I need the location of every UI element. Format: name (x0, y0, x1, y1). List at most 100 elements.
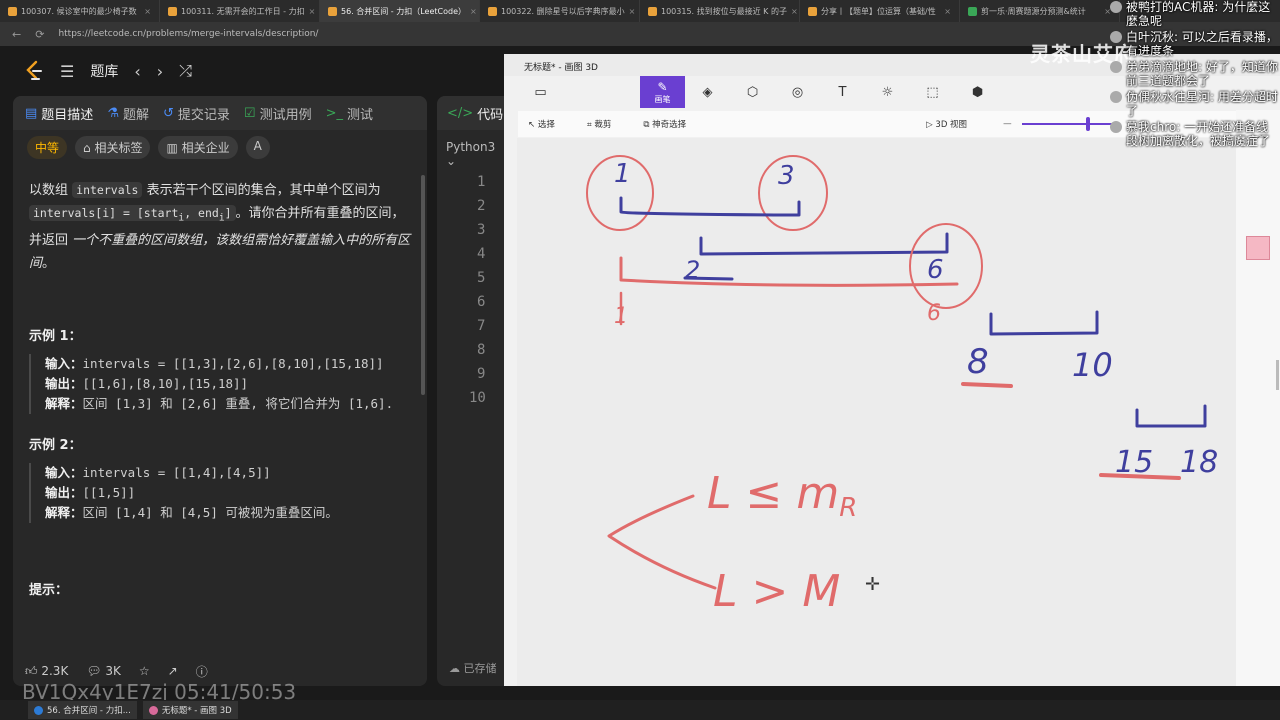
help-icon[interactable]: ⓘ (196, 663, 208, 680)
chat-message: 伪偶秋水往星河: 用差分超时了 (1110, 90, 1280, 118)
browser-tab-active[interactable]: 56. 合并区间 - 力扣（LeetCode） × (320, 0, 480, 22)
leetcode-logo-icon[interactable] (24, 60, 44, 82)
tab-submissions[interactable]: ↺ 提交记录 (163, 104, 230, 123)
favicon-icon (168, 6, 177, 16)
favicon-icon (328, 6, 337, 16)
zoom-out-icon[interactable]: — (1003, 119, 1012, 129)
2d-shapes-icon[interactable]: ◈ (685, 76, 730, 108)
close-icon[interactable]: × (470, 7, 477, 16)
checkbox-icon: ☑ (243, 105, 256, 121)
zoom-slider-thumb[interactable] (1085, 117, 1090, 131)
drawing-label: 6 (927, 301, 941, 326)
favicon-icon (968, 6, 977, 16)
drawing-label: 6 (927, 255, 944, 285)
panel-scrollbar[interactable] (1276, 360, 1279, 390)
next-problem-icon[interactable]: › (157, 62, 163, 81)
close-icon[interactable]: × (791, 7, 798, 16)
select-tool[interactable]: ↖ 选择 (528, 118, 555, 130)
brush-tool-button[interactable]: ✎ 画笔 (640, 76, 685, 108)
translate-button[interactable]: A (245, 136, 270, 159)
example-1: 输入：intervals = [[1,3],[2,6],[8,10],[15,1… (29, 354, 411, 415)
browser-tab[interactable]: 100315. 找到按位与最接近 K 的子 × (640, 0, 800, 22)
taskbar-app-browser[interactable]: 56. 合并区间 - 力扣... (28, 701, 137, 719)
3d-view-toggle[interactable]: ▷ 3D 视图 (926, 118, 967, 130)
browser-tab[interactable]: 剪一乐·周赛题源分预测&统计 × (960, 0, 1120, 22)
browser-tab-strip: 100307. 候诊室中的最少椅子数 × 100311. 无需开会的工作日 - 力… (0, 0, 1280, 22)
live-chat-overlay: 被鸭打的AC机器: 为什麼这麼急呢 白叶沉秋: 可以之后看录播，有进度条 弟弟滴… (1110, 0, 1280, 200)
related-companies-button[interactable]: ▥ 相关企业 (158, 136, 238, 159)
chat-message: 被鸭打的AC机器: 为什麼这麼急呢 (1110, 0, 1280, 28)
tab-description[interactable]: ▤ 题目描述 (25, 104, 93, 123)
browser-tab[interactable]: 100311. 无需开会的工作日 - 力扣 × (160, 0, 320, 22)
prev-problem-icon[interactable]: ‹ (134, 62, 140, 81)
line-number: 1 (477, 174, 486, 190)
tab-testcases[interactable]: ☑ 测试用例 (244, 104, 312, 123)
drawing-label: 1 (614, 159, 631, 189)
chat-message: 慕我chro: 一开始还准备线段树加离散化，被搞魔症了 (1110, 120, 1280, 148)
canvas-icon[interactable]: ⬚ (910, 76, 955, 108)
text-icon[interactable]: T (820, 76, 865, 108)
related-tags-button[interactable]: ⌂ 相关标签 (75, 136, 151, 159)
brush-icon: ✎ (657, 79, 668, 94)
browser-icon (34, 705, 43, 715)
url-text[interactable]: https://leetcode.cn/problems/merge-inter… (58, 29, 318, 39)
effects-icon[interactable]: ☼ (865, 76, 910, 108)
favicon-icon (648, 6, 657, 16)
tab-test-result[interactable]: >_ 测试 (326, 104, 373, 123)
drawing-label: 2 (685, 256, 700, 284)
interval-stroke (1135, 404, 1207, 428)
problem-list-link[interactable]: 题库 (90, 61, 118, 81)
browser-tab[interactable]: 100322. 删除星号以后字典序最小 × (480, 0, 640, 22)
drawing-label: 10 (1072, 346, 1113, 384)
condition-bottom: L > M (713, 566, 840, 617)
star-icon[interactable]: ☆ (139, 664, 150, 678)
problem-panel: ▤ 题目描述 ⚗ 题解 ↺ 提交记录 ☑ 测试用例 >_ 测试 中等 ⌂ 相关标签 ▥ 相… (13, 96, 427, 686)
browser-tab[interactable]: 分享丨【题单】位运算（基础/性 × (800, 0, 960, 22)
problem-tabs: ▤ 题目描述 ⚗ 题解 ↺ 提交记录 ☑ 测试用例 >_ 测试 (13, 96, 427, 130)
cloud-icon: ☁ (449, 662, 464, 675)
close-icon[interactable]: × (144, 7, 151, 16)
magic-select-tool[interactable]: ⧉ 神奇选择 (643, 118, 686, 130)
shuffle-icon[interactable]: ⤮ (179, 61, 192, 81)
share-icon[interactable]: ↗ (168, 664, 178, 678)
cursor-icon: ↖ (528, 120, 538, 130)
line-number: 10 (469, 390, 486, 406)
crosshair-cursor-icon: ✛ (865, 574, 880, 595)
tag-icon: ⌂ (83, 141, 95, 155)
browser-tab[interactable]: 100307. 候诊室中的最少椅子数 × (0, 0, 160, 22)
close-icon[interactable]: × (944, 7, 951, 16)
taskbar-app-paint3d[interactable]: 无标题* - 画图 3D (142, 701, 238, 719)
comments-button[interactable]: 💬︎ 3K (86, 664, 121, 678)
example-1-title: 示例 1： (29, 329, 82, 345)
merged-interval-stroke (619, 256, 959, 287)
like-button[interactable]: 👍︎ 2.3K (25, 664, 68, 679)
interval-stroke (619, 196, 801, 217)
comment-icon: 💬︎ (86, 664, 106, 678)
flask-icon: ⚗ (107, 105, 119, 121)
back-icon[interactable]: ← (12, 28, 21, 41)
crop-tool[interactable]: ⌗ 裁剪 (587, 118, 612, 130)
avatar (1110, 1, 1122, 13)
magic-select-icon: ⧉ (643, 120, 653, 130)
problem-scrollbar[interactable] (421, 175, 425, 395)
stickers-icon[interactable]: ◎ (775, 76, 820, 108)
list-icon[interactable]: ☰ (60, 62, 74, 81)
close-icon[interactable]: × (309, 7, 316, 16)
drawing-canvas[interactable]: 1 3 2 6 1 6 8 10 15 18 L ≤ mR L > M ✛ (517, 138, 1236, 686)
problem-tags: 中等 ⌂ 相关标签 ▥ 相关企业 A (13, 130, 427, 165)
color-swatch[interactable] (1246, 236, 1270, 260)
underline-stroke (961, 382, 1013, 388)
reload-icon[interactable]: ⟳ (35, 28, 44, 41)
chat-message: 弟弟滴滴地地: 好了，知道你前三道题都会了 (1110, 60, 1280, 88)
menu-icon[interactable]: ▭ (518, 76, 563, 108)
zoom-slider[interactable] (1021, 117, 1118, 131)
3d-shapes-icon[interactable]: ⬡ (730, 76, 775, 108)
tab-solutions[interactable]: ⚗ 题解 (107, 104, 149, 123)
drawing-label: 3 (778, 161, 795, 191)
close-icon[interactable]: × (629, 7, 636, 16)
3d-library-icon[interactable]: ⬢ (955, 76, 1000, 108)
favicon-icon (808, 6, 817, 16)
line-number: 7 (477, 318, 486, 334)
avatar (1110, 31, 1122, 43)
line-number: 9 (477, 366, 486, 382)
